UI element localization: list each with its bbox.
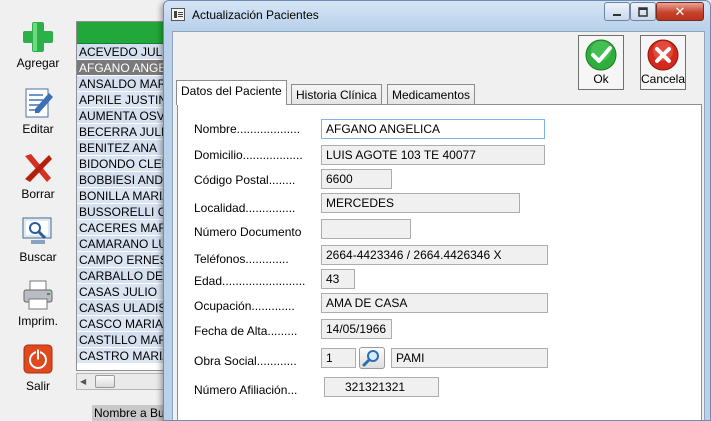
grid-header — [77, 22, 171, 44]
datos-paciente-panel: Nombre................... AFGANO ANGELIC… — [177, 104, 702, 420]
table-row[interactable]: CASAS JULIO — [77, 284, 171, 300]
magnifier-icon — [362, 350, 379, 367]
ok-button[interactable]: Ok — [578, 35, 624, 90]
codigo-postal-field[interactable]: 6600 — [321, 169, 392, 189]
dialog-titlebar[interactable]: Actualización Pacientes ✕ — [164, 1, 710, 29]
table-row[interactable]: CASCO MARIA — [77, 316, 171, 332]
obra-social-label: Obra Social............ — [194, 354, 297, 368]
buscar-button[interactable]: Buscar — [14, 212, 62, 270]
table-row[interactable]: AUMENTA OSVALDO — [77, 108, 171, 124]
cancel-x-icon — [647, 39, 679, 71]
minimize-icon — [613, 13, 621, 16]
editar-label: Editar — [22, 122, 54, 136]
fecha-alta-label: Fecha de Alta......... — [194, 324, 298, 338]
numero-afiliacion-label: Número Afiliación... — [194, 383, 298, 397]
table-row[interactable]: CACERES MARIA — [77, 220, 171, 236]
grid-horizontal-scrollbar[interactable]: ◀ — [76, 373, 172, 390]
table-row[interactable]: BOBBIESI ANDREA — [77, 172, 171, 188]
table-row[interactable]: CASTRO MARIA — [77, 348, 171, 364]
actualizacion-pacientes-dialog: Actualización Pacientes ✕ Ok Cancela Dat… — [163, 0, 711, 421]
obra-social-lookup-button[interactable] — [359, 347, 385, 369]
ok-label: Ok — [593, 72, 609, 86]
obra-social-code-field[interactable]: 1 — [321, 348, 356, 368]
minimize-button[interactable] — [604, 2, 630, 21]
table-row[interactable]: AFGANO ANGELICA — [77, 60, 171, 76]
maximize-button[interactable] — [630, 2, 656, 21]
edit-document-icon — [25, 88, 53, 118]
numero-documento-label: Número Documento — [194, 225, 302, 239]
obra-social-name-field[interactable]: PAMI — [391, 348, 548, 368]
table-row[interactable]: CASTILLO MARIA — [77, 332, 171, 348]
buscar-label: Buscar — [19, 250, 57, 264]
ocupacion-field[interactable]: AMA DE CASA — [321, 293, 548, 313]
codigo-postal-label: Código Postal........ — [194, 173, 296, 187]
grid-body: ACEVEDO JULIOAFGANO ANGELICAANSALDO MARI… — [77, 44, 171, 364]
maximize-icon — [638, 6, 648, 17]
cancel-label: Cancela — [640, 72, 686, 86]
editar-button[interactable]: Editar — [14, 84, 62, 142]
domicilio-label: Domicilio.................. — [194, 148, 303, 162]
domicilio-field[interactable]: LUIS AGOTE 103 TE 40077 — [321, 145, 545, 165]
agregar-label: Agregar — [16, 56, 60, 70]
localidad-label: Localidad............... — [194, 201, 296, 215]
tab-medicamentos[interactable]: Medicamentos — [387, 84, 476, 106]
patients-grid[interactable]: ACEVEDO JULIOAFGANO ANGELICAANSALDO MARI… — [76, 21, 172, 371]
table-row[interactable]: ANSALDO MARIA — [77, 76, 171, 92]
numero-documento-field[interactable] — [321, 219, 411, 239]
numero-afiliacion-field[interactable]: 321321321 — [324, 377, 439, 397]
fecha-alta-field[interactable]: 14/05/1966 — [321, 319, 392, 339]
ocupacion-label: Ocupación............. — [194, 299, 295, 313]
table-row[interactable]: BIDONDO CLELIA — [77, 156, 171, 172]
close-icon: ✕ — [674, 3, 686, 19]
scroll-left-icon[interactable]: ◀ — [80, 377, 86, 386]
cancel-button[interactable]: Cancela — [640, 35, 686, 90]
window-app-icon — [171, 8, 185, 21]
edad-field[interactable]: 43 — [321, 269, 355, 289]
agregar-button[interactable]: Agregar — [14, 18, 62, 76]
imprimir-button[interactable]: Imprim. — [14, 276, 62, 334]
table-row[interactable]: CASAS ULADISLAO — [77, 300, 171, 316]
telefonos-label: Teléfonos............. — [194, 252, 289, 266]
table-row[interactable]: BECERRA JULIO — [77, 124, 171, 140]
checkmark-icon — [585, 39, 617, 71]
search-monitor-icon — [22, 217, 52, 244]
telefonos-field[interactable]: 2664-4423346 / 2664.4426346 X — [321, 245, 548, 265]
nombre-label: Nombre................... — [194, 122, 301, 136]
borrar-button[interactable]: Borrar — [14, 149, 62, 207]
dialog-title: Actualización Pacientes — [192, 8, 319, 22]
tab-datos-del-paciente[interactable]: Datos del Paciente — [176, 80, 287, 105]
table-row[interactable]: CARBALLO DE — [77, 268, 171, 284]
nombre-field[interactable]: AFGANO ANGELICA — [321, 119, 545, 139]
table-row[interactable]: CAMPO ERNESTO — [77, 252, 171, 268]
localidad-field[interactable]: MERCEDES — [321, 193, 520, 213]
table-row[interactable]: BUSSORELLI C — [77, 204, 171, 220]
table-row[interactable]: CAMARANO LUIS — [77, 236, 171, 252]
imprimir-label: Imprim. — [18, 314, 58, 328]
salir-label: Salir — [25, 379, 50, 393]
search-label: Nombre a Buscar — [92, 405, 172, 421]
scroll-thumb[interactable] — [95, 375, 115, 388]
delete-x-icon — [25, 154, 52, 182]
salir-button[interactable]: Salir — [14, 341, 62, 399]
borrar-label: Borrar — [21, 187, 55, 201]
printer-icon — [23, 280, 53, 310]
edad-label: Edad......................... — [194, 274, 306, 288]
close-window-button[interactable]: ✕ — [656, 2, 704, 21]
plus-icon — [23, 22, 53, 52]
power-icon — [23, 344, 53, 374]
table-row[interactable]: ACEVEDO JULIO — [77, 44, 171, 60]
table-row[interactable]: BONILLA MARIA — [77, 188, 171, 204]
tab-historia-clinica[interactable]: Historia Clínica — [291, 84, 382, 106]
dialog-client-area: Ok Cancela Datos del Paciente Historia C… — [172, 31, 705, 420]
table-row[interactable]: BENITEZ ANA — [77, 140, 171, 156]
table-row[interactable]: APRILE JUSTINA — [77, 92, 171, 108]
